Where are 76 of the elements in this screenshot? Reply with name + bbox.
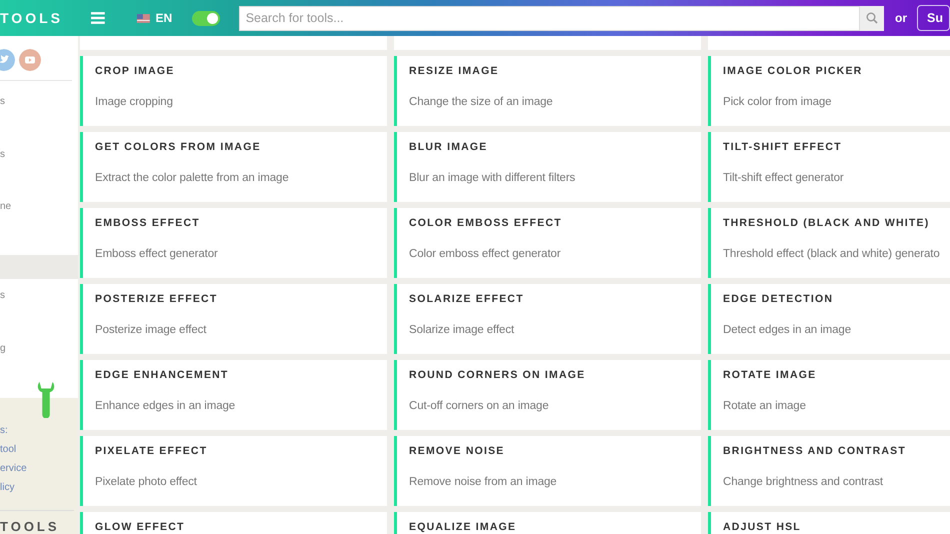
tool-card[interactable]: ROUND CORNERS ON IMAGE Cut-off corners on an image bbox=[394, 360, 701, 430]
tool-card[interactable]: PIXELATE EFFECT Pixelate photo effect bbox=[80, 436, 387, 506]
tool-card[interactable]: TILT-SHIFT EFFECT Tilt-shift effect generator bbox=[708, 132, 950, 202]
tool-title: COLOR EMBOSS EFFECT bbox=[409, 217, 563, 229]
tool-title: GLOW EFFECT bbox=[95, 521, 186, 533]
sidebar-item[interactable]: g bbox=[0, 342, 78, 394]
submit-button[interactable]: Su bbox=[917, 5, 950, 31]
tool-card[interactable]: EQUALIZE IMAGE bbox=[394, 512, 701, 534]
tool-description: Extract the color palette from an image bbox=[95, 172, 290, 184]
tool-description: Pixelate photo effect bbox=[95, 476, 198, 488]
tool-title: EDGE ENHANCEMENT bbox=[95, 369, 230, 381]
tool-card[interactable]: SOLARIZE EFFECT Solarize image effect bbox=[394, 284, 701, 354]
tool-description: Detect edges in an image bbox=[723, 324, 852, 336]
tool-card[interactable]: BLUR IMAGE Blur an image with different filters bbox=[394, 132, 701, 202]
tool-description: Pick color from image bbox=[723, 96, 832, 108]
tool-title: TILT-SHIFT EFFECT bbox=[723, 141, 843, 153]
wrench-icon bbox=[36, 380, 56, 418]
flag-icon bbox=[136, 14, 150, 22]
tool-card[interactable]: EDGE DETECTION Detect edges in an image bbox=[708, 284, 950, 354]
tool-card[interactable]: EDGE ENHANCEMENT Enhance edges in an image bbox=[80, 360, 387, 430]
tool-description: Threshold effect (black and white) generato bbox=[723, 248, 941, 260]
tool-title: CROP IMAGE bbox=[95, 65, 176, 77]
tool-title: ROUND CORNERS ON IMAGE bbox=[409, 369, 586, 381]
tool-title: PIXELATE EFFECT bbox=[95, 445, 208, 457]
tool-title: GET COLORS FROM IMAGE bbox=[95, 141, 262, 153]
search-field[interactable]: Search for tools... bbox=[238, 6, 860, 30]
tool-card[interactable]: IMAGE COLOR PICKER Pick color from image bbox=[708, 56, 950, 126]
youtube-icon[interactable] bbox=[19, 49, 41, 71]
theme-toggle[interactable] bbox=[192, 10, 220, 26]
tool-description: Enhance edges in an image bbox=[95, 400, 236, 412]
tool-card[interactable]: BRIGHTNESS AND CONTRAST Change brightness and contrast bbox=[708, 436, 950, 506]
tool-description: Rotate an image bbox=[723, 400, 807, 412]
footer-logo: TOOLS bbox=[0, 510, 74, 534]
tool-card[interactable]: CROP IMAGE Image cropping bbox=[80, 56, 387, 126]
tool-card[interactable]: ADJUST HSL bbox=[708, 512, 950, 534]
tool-description: Cut-off corners on an image bbox=[409, 400, 550, 412]
tool-card[interactable]: THRESHOLD (BLACK AND WHITE) Threshold effect (black and white) generato bbox=[708, 208, 950, 278]
tool-title: BLUR IMAGE bbox=[409, 141, 488, 153]
tool-card[interactable]: RESIZE IMAGE Change the size of an image bbox=[394, 56, 701, 126]
tool-title: EDGE DETECTION bbox=[723, 293, 834, 305]
tool-description: Emboss effect generator bbox=[95, 248, 219, 260]
tool-description: Posterize image effect bbox=[95, 324, 208, 336]
sidebar-item[interactable]: ne bbox=[0, 200, 78, 253]
search-button[interactable] bbox=[860, 6, 884, 30]
tool-description: Color emboss effect generator bbox=[409, 248, 562, 260]
tool-title: EMBOSS EFFECT bbox=[95, 217, 201, 229]
tool-title: THRESHOLD (BLACK AND WHITE) bbox=[723, 217, 930, 229]
or-text: or bbox=[895, 11, 908, 25]
tool-description: Remove noise from an image bbox=[409, 476, 558, 488]
tool-title: BRIGHTNESS AND CONTRAST bbox=[723, 445, 907, 457]
tool-card[interactable]: COLOR EMBOSS EFFECT Color emboss effect generator bbox=[394, 208, 701, 278]
tool-card[interactable]: GET COLORS FROM IMAGE Extract the color palette from an image bbox=[80, 132, 387, 202]
tool-card[interactable]: REMOVE NOISE Remove noise from an image bbox=[394, 436, 701, 506]
tool-title: ADJUST HSL bbox=[723, 521, 802, 533]
tool-title: SOLARIZE EFFECT bbox=[409, 293, 525, 305]
search-icon bbox=[866, 12, 878, 24]
tool-title: POSTERIZE EFFECT bbox=[95, 293, 218, 305]
sidebar-item[interactable]: s bbox=[0, 289, 78, 342]
tool-title: RESIZE IMAGE bbox=[409, 65, 500, 77]
tool-card[interactable]: EMBOSS EFFECT Emboss effect generator bbox=[80, 208, 387, 278]
tool-description: Tilt-shift effect generator bbox=[723, 172, 845, 184]
menu-icon[interactable] bbox=[91, 12, 105, 24]
tool-description: Change brightness and contrast bbox=[723, 476, 884, 488]
tool-card[interactable]: ROTATE IMAGE Rotate an image bbox=[708, 360, 950, 430]
tool-card[interactable]: GLOW EFFECT bbox=[80, 512, 387, 534]
tool-title: EQUALIZE IMAGE bbox=[409, 521, 518, 533]
tool-title: ROTATE IMAGE bbox=[723, 369, 818, 381]
tool-description: Solarize image effect bbox=[409, 324, 516, 336]
tool-description: Blur an image with different filters bbox=[409, 172, 576, 184]
tool-title: REMOVE NOISE bbox=[409, 445, 506, 457]
tool-description: Change the size of an image bbox=[409, 96, 554, 108]
sidebar-item[interactable]: s bbox=[0, 95, 78, 148]
tool-card[interactable]: POSTERIZE EFFECT Posterize image effect bbox=[80, 284, 387, 354]
tool-title: IMAGE COLOR PICKER bbox=[723, 65, 864, 77]
sidebar-item[interactable]: s bbox=[0, 148, 78, 200]
tool-description: Image cropping bbox=[95, 96, 174, 108]
